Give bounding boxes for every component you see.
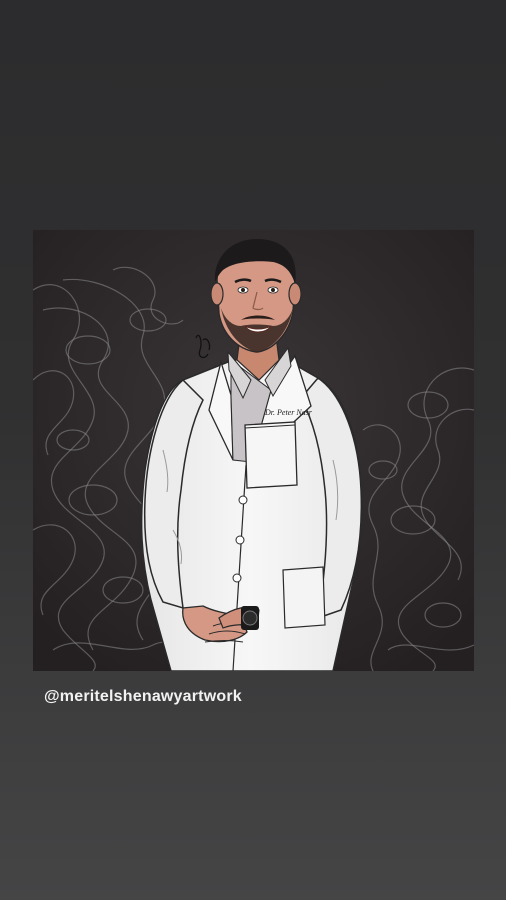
coat-name-embroidery: Dr. Peter Nasr xyxy=(264,408,313,417)
story-viewer[interactable]: Dr. Peter Nasr @meritelshenawyartwork xyxy=(0,0,506,900)
story-mention-sticker[interactable]: @meritelshenawyartwork xyxy=(44,688,242,706)
artwork-image: Dr. Peter Nasr xyxy=(33,230,474,671)
portrait-illustration: Dr. Peter Nasr xyxy=(33,230,474,671)
